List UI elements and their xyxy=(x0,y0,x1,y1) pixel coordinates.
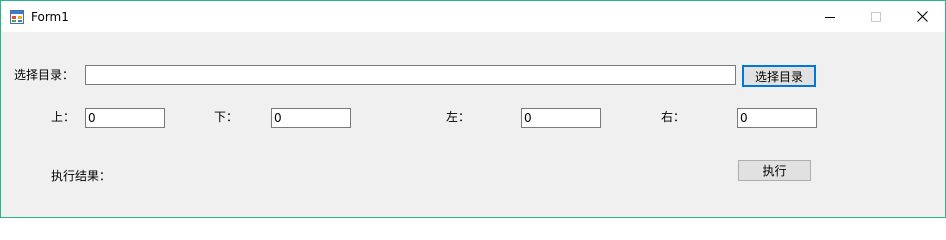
directory-path-input[interactable] xyxy=(85,65,736,85)
maximize-icon xyxy=(871,11,881,22)
minimize-button[interactable] xyxy=(807,1,853,32)
top-label: 上： xyxy=(51,110,76,124)
left-label: 左： xyxy=(446,110,471,124)
maximize-button[interactable] xyxy=(853,1,899,32)
minimize-icon xyxy=(825,16,835,18)
bottom-input[interactable] xyxy=(271,108,351,128)
form-client-area: 选择目录： 选择目录 上： 下： 左： 右： 执行结果： 执行 xyxy=(1,32,945,217)
right-label: 右： xyxy=(661,110,686,124)
main-window: Form1 选择目录： 选择目录 上： 下： 左： xyxy=(0,0,946,218)
top-input[interactable] xyxy=(85,108,165,128)
result-label: 执行结果： xyxy=(51,169,112,183)
window-title: Form1 xyxy=(31,10,69,24)
close-button[interactable] xyxy=(899,1,945,32)
app-icon xyxy=(10,10,24,24)
select-directory-button[interactable]: 选择目录 xyxy=(742,65,816,87)
left-input[interactable] xyxy=(521,108,601,128)
directory-label: 选择目录： xyxy=(14,68,75,82)
right-input[interactable] xyxy=(737,108,817,128)
run-button[interactable]: 执行 xyxy=(738,160,811,181)
bottom-label: 下： xyxy=(214,110,239,124)
title-bar[interactable]: Form1 xyxy=(1,1,945,32)
close-icon xyxy=(916,11,928,22)
